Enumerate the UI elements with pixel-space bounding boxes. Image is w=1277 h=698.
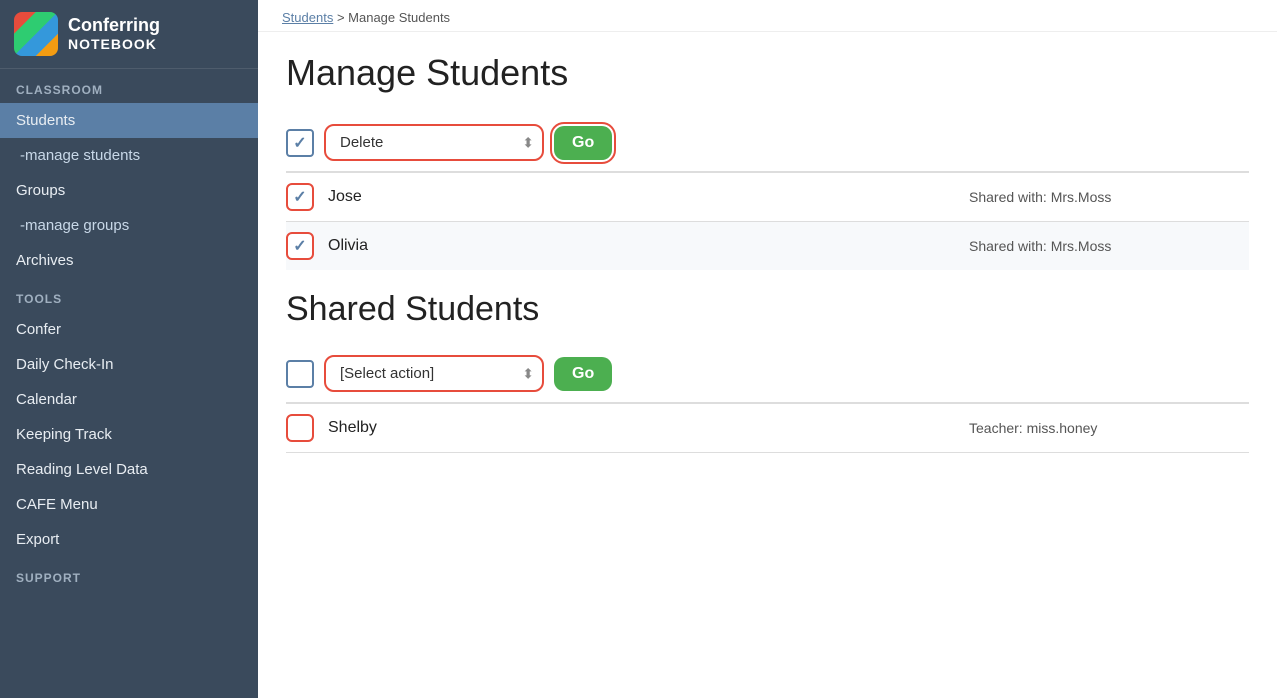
jose-shared: Shared with: Mrs.Moss <box>969 189 1249 205</box>
breadcrumb-separator: > <box>333 10 348 25</box>
olivia-checkbox[interactable]: ✓ <box>286 232 314 260</box>
main-content: Students > Manage Students Manage Studen… <box>258 0 1277 698</box>
shared-action-select-wrapper: [Select action] ⬍ <box>324 355 544 392</box>
student-row-olivia: ✓ Olivia Shared with: Mrs.Moss <box>286 221 1249 270</box>
sidebar-item-daily-checkin[interactable]: Daily Check-In <box>0 347 258 382</box>
classroom-section-label: CLASSROOM <box>0 69 258 103</box>
sidebar-item-students[interactable]: Students <box>0 103 258 138</box>
sidebar-item-label: CAFE Menu <box>16 496 98 513</box>
student-row-shelby: Shelby Teacher: miss.honey <box>286 403 1249 452</box>
page-content: Manage Students ✓ Delete Archive Move to… <box>258 32 1277 698</box>
my-students-action-bar: ✓ Delete Archive Move to Group ⬍ Go <box>286 114 1249 171</box>
sidebar-item-label: Keeping Track <box>16 426 112 443</box>
support-section-label: SUPPORT <box>0 557 258 591</box>
shelby-teacher: Teacher: miss.honey <box>969 420 1249 436</box>
shelby-name: Shelby <box>328 419 969 437</box>
student-row-jose: ✓ Jose Shared with: Mrs.Moss <box>286 172 1249 221</box>
olivia-name: Olivia <box>328 237 969 255</box>
jose-name: Jose <box>328 188 969 206</box>
sidebar-item-label: Daily Check-In <box>16 356 114 373</box>
shared-divider-bottom <box>286 452 1249 453</box>
sidebar-item-label: Reading Level Data <box>16 461 148 478</box>
sidebar-item-calendar[interactable]: Calendar <box>0 382 258 417</box>
shared-action-select[interactable]: [Select action] <box>324 355 544 392</box>
my-students-go-button[interactable]: Go <box>554 126 612 160</box>
jose-checkbox[interactable]: ✓ <box>286 183 314 211</box>
sidebar-item-label: Export <box>16 531 59 548</box>
action-select-wrapper: Delete Archive Move to Group ⬍ <box>324 124 544 161</box>
sidebar-logo: Conferring NOTEBOOK <box>0 0 258 69</box>
checkmark-icon: ✓ <box>293 133 306 153</box>
tools-section-label: TOOLS <box>0 278 258 312</box>
sidebar-item-label: Calendar <box>16 391 77 408</box>
shared-students-action-bar: [Select action] ⬍ Go <box>286 345 1249 402</box>
sidebar-item-label: -manage students <box>20 147 140 164</box>
sidebar-item-label: Groups <box>16 182 65 199</box>
sidebar-item-label: Students <box>16 112 75 129</box>
sidebar: Conferring NOTEBOOK CLASSROOM Students -… <box>0 0 258 698</box>
sidebar-item-confer[interactable]: Confer <box>0 312 258 347</box>
sidebar-item-label: -manage groups <box>20 217 129 234</box>
sidebar-item-archives[interactable]: Archives <box>0 243 258 278</box>
checkmark-icon: ✓ <box>293 187 306 207</box>
sidebar-item-label: Confer <box>16 321 61 338</box>
select-all-checkbox[interactable]: ✓ <box>286 129 314 157</box>
shared-students-go-button[interactable]: Go <box>554 357 612 391</box>
shared-students-title: Shared Students <box>286 290 1249 329</box>
sidebar-item-reading-level-data[interactable]: Reading Level Data <box>0 452 258 487</box>
sidebar-item-keeping-track[interactable]: Keeping Track <box>0 417 258 452</box>
sidebar-item-groups[interactable]: Groups <box>0 173 258 208</box>
sidebar-item-label: Archives <box>16 252 74 269</box>
action-select[interactable]: Delete Archive Move to Group <box>324 124 544 161</box>
shelby-checkbox[interactable] <box>286 414 314 442</box>
sidebar-item-export[interactable]: Export <box>0 522 258 557</box>
breadcrumb: Students > Manage Students <box>258 0 1277 32</box>
breadcrumb-current: Manage Students <box>348 10 450 25</box>
sidebar-item-manage-groups[interactable]: -manage groups <box>0 208 258 243</box>
sidebar-item-cafe-menu[interactable]: CAFE Menu <box>0 487 258 522</box>
breadcrumb-students-link[interactable]: Students <box>282 10 333 25</box>
page-title: Manage Students <box>286 52 1249 94</box>
logo-title: Conferring <box>68 15 160 37</box>
olivia-shared: Shared with: Mrs.Moss <box>969 238 1249 254</box>
logo-text: Conferring NOTEBOOK <box>68 15 160 53</box>
shared-select-all-checkbox[interactable] <box>286 360 314 388</box>
logo-subtitle: NOTEBOOK <box>68 36 160 53</box>
logo-icon <box>14 12 58 56</box>
checkmark-icon: ✓ <box>293 236 306 256</box>
sidebar-item-manage-students[interactable]: -manage students <box>0 138 258 173</box>
